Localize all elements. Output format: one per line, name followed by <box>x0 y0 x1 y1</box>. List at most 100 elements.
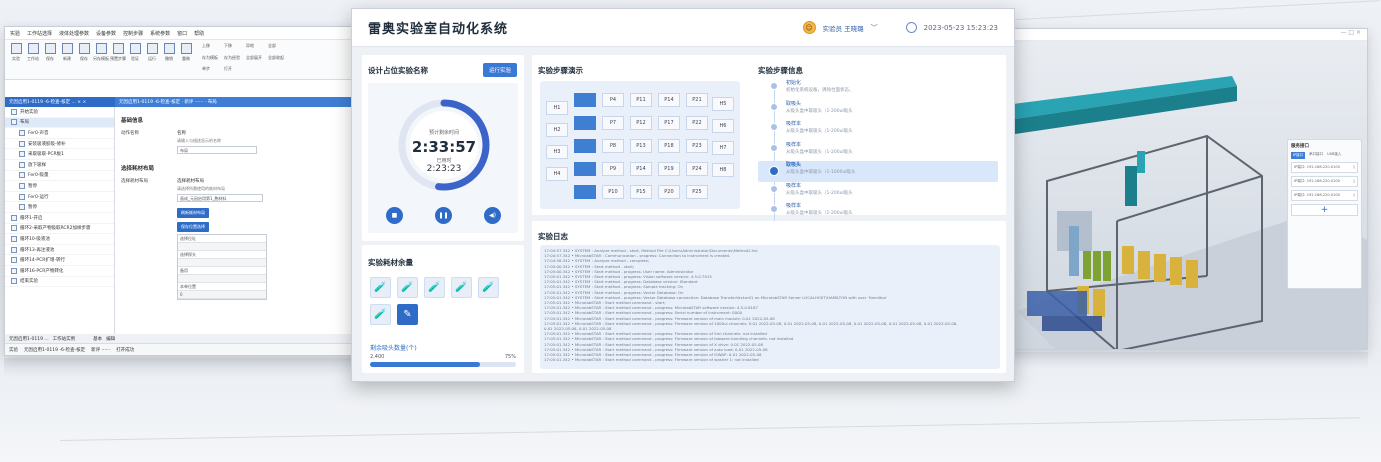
ribbon-small-button[interactable]: 单步 <box>202 66 218 76</box>
step-item[interactable]: 吸样本从吸头盒中取吸头（1-200ul吸头 <box>758 202 998 223</box>
ribbon-button[interactable]: 运行 <box>145 43 159 76</box>
add-interface-button[interactable]: + <box>1291 204 1358 216</box>
step-item[interactable]: 吸样本从吸头盒中取吸头（1-200ul吸头 <box>758 120 998 141</box>
menu-item[interactable]: 帮助 <box>194 30 204 37</box>
plate-well[interactable]: P11 <box>630 93 652 107</box>
plate-well[interactable]: P19 <box>658 162 680 176</box>
ribbon-small-button[interactable]: 打开 <box>224 66 240 76</box>
table-cell[interactable] <box>178 243 266 251</box>
tab-ip[interactable]: IP接口 <box>1291 152 1306 159</box>
ip-row[interactable]: IP端口: 192.168.220.0100 ▯ <box>1291 190 1358 201</box>
tree-item[interactable]: 循环13-再注液池 <box>5 245 114 256</box>
menu-item[interactable]: 控制步骤 <box>123 30 143 37</box>
tube-icon[interactable]: 🧪 <box>451 277 472 298</box>
tree-item[interactable]: 布局 <box>5 117 114 129</box>
ribbon-small-button[interactable]: 异地 <box>246 43 262 53</box>
ribbon-button[interactable]: 工作站 <box>26 43 40 76</box>
plate-well[interactable]: P10 <box>602 185 624 199</box>
ribbon-small-button[interactable]: 全部 <box>268 43 284 53</box>
ribbon-button[interactable]: 保存 <box>43 43 57 76</box>
tree-item[interactable]: 采取吸取-PCR板1 <box>5 149 114 160</box>
ribbon-small-button[interactable]: 存为模板 <box>202 55 218 65</box>
tree-item[interactable]: 循环2-采取产物吸取RCR2加样步骤 <box>5 224 114 235</box>
bottom-tab-basic[interactable]: 基本 <box>93 336 102 342</box>
plate-well[interactable]: P13 <box>630 139 652 153</box>
tab-serial[interactable]: 串口接口 <box>1309 152 1323 159</box>
plate-well[interactable]: P9 <box>602 162 624 176</box>
tab-tree[interactable]: 元因启用1-0119 -6-检查-核定 ... × × <box>5 97 115 107</box>
menu-item[interactable]: 窗口 <box>177 30 187 37</box>
bottom-tab-edit[interactable]: 编辑 <box>106 336 115 342</box>
trash-icon[interactable]: ▯ <box>1353 165 1355 170</box>
tree-item[interactable]: 循环10-吸液池 <box>5 234 114 245</box>
plate-well[interactable]: P8 <box>602 139 624 153</box>
plate-well[interactable]: P20 <box>658 185 680 199</box>
ribbon-button[interactable]: 新建 <box>60 43 74 76</box>
pipette-icon[interactable]: ✎ <box>397 304 418 325</box>
tree-item[interactable]: 循环1-开启 <box>5 213 114 224</box>
ribbon-small-button[interactable]: 全部收起 <box>268 55 284 65</box>
table-cell[interactable] <box>178 275 266 283</box>
avatar[interactable]: ☺ <box>802 21 816 34</box>
plate-well[interactable]: P25 <box>686 185 708 199</box>
ribbon-small-button[interactable]: 下移 <box>224 43 240 53</box>
menu-item[interactable]: 设备参数 <box>96 30 116 37</box>
ribbon-button[interactable]: 验证 <box>128 43 142 76</box>
plate-well[interactable]: P21 <box>686 93 708 107</box>
table-cell[interactable] <box>178 259 266 267</box>
tree-item[interactable]: 结束实验 <box>5 277 114 288</box>
plate-well[interactable]: P14 <box>658 93 680 107</box>
ribbon-small-button[interactable]: 上移 <box>202 43 218 53</box>
plate-well[interactable]: P15 <box>630 185 652 199</box>
tab-usb[interactable]: USB接入 <box>1327 152 1341 159</box>
user-name[interactable]: 实验员 王晓璐 <box>823 23 864 33</box>
plate-well[interactable]: P14 <box>630 162 652 176</box>
menu-item[interactable]: 实验 <box>10 30 20 37</box>
step-item[interactable]: 取吸头 从吸头盒中取吸头（1-200ul吸头 <box>758 100 998 121</box>
plate-well[interactable]: P7 <box>602 116 624 130</box>
tree-item[interactable]: Fer0-声音 <box>5 128 114 139</box>
table-cell[interactable]: 0 <box>178 291 266 299</box>
step-item[interactable]: 取吸头 从吸头盒中取吸头（1-1000ul吸头 <box>758 161 998 182</box>
stop-button[interactable]: ■ <box>386 207 403 224</box>
layout-select[interactable]: 画成_元因启用第1_胞材料 <box>177 194 263 202</box>
ribbon-small-button[interactable]: 存为经验 <box>224 55 240 65</box>
tube-icon[interactable]: 🧪 <box>397 277 418 298</box>
ribbon-button[interactable]: 重做 <box>179 43 193 76</box>
plate-well[interactable]: P17 <box>658 116 680 130</box>
name-input[interactable]: 布局 <box>177 146 257 154</box>
tube-icon[interactable]: 🧪 <box>478 277 499 298</box>
tree-item[interactable]: Fer0-吸量 <box>5 171 114 182</box>
bottom-tab-workstation[interactable]: 工作站实例 <box>53 336 76 342</box>
run-experiment-button[interactable]: 运行实验 <box>482 63 517 77</box>
tube-icon[interactable]: 🧪 <box>424 277 445 298</box>
menu-item[interactable]: 工作站选择 <box>27 30 52 37</box>
ip-row[interactable]: IP端口: 192.168.220.0100 ▯ <box>1291 162 1358 173</box>
ribbon-button[interactable]: 保存 <box>77 43 91 76</box>
tree-item[interactable]: 开始实验 <box>5 107 114 118</box>
tube-icon[interactable]: 🧪 <box>370 304 391 325</box>
step-item[interactable]: 吸样本从吸头盒中取吸头（1-200ul吸头 <box>758 182 998 203</box>
volume-button[interactable]: ◀) <box>484 207 501 224</box>
chevron-down-icon[interactable]: ﹀ <box>871 23 878 33</box>
tree-item[interactable]: 放下吸样 <box>5 160 114 171</box>
step-item[interactable]: 吸样本从吸头盒中取吸头（1-200ul吸头 <box>758 141 998 162</box>
ribbon-button[interactable]: 预置步骤 <box>110 43 126 76</box>
ribbon-small-button[interactable]: 全部展开 <box>246 55 262 65</box>
save-position-button[interactable]: 保存位置选择 <box>177 222 209 232</box>
trash-icon[interactable]: ▯ <box>1353 193 1355 198</box>
plate-well[interactable]: P18 <box>658 139 680 153</box>
ip-row[interactable]: IP端口: 192.168.220.0100 ▯ <box>1291 176 1358 187</box>
tree-item[interactable]: 循环16-PCR产物转化 <box>5 266 114 277</box>
menu-item[interactable]: 液体处理参数 <box>59 30 89 37</box>
plate-well[interactable]: P23 <box>686 139 708 153</box>
ribbon-button[interactable]: 实验 <box>9 43 23 76</box>
tube-icon[interactable]: 🧪 <box>370 277 391 298</box>
trash-icon[interactable]: ▯ <box>1353 179 1355 184</box>
pause-button[interactable]: ❚❚ <box>435 207 452 224</box>
refresh-layout-button[interactable]: 刷新耗材布局 <box>177 208 209 218</box>
tree-item[interactable]: 暂停 <box>5 202 114 213</box>
window-controls[interactable]: — □ × <box>997 29 1367 41</box>
ribbon-button[interactable]: 另存模板 <box>93 43 109 76</box>
tree-item[interactable]: 安装吸液胶吸-修补 <box>5 139 114 150</box>
